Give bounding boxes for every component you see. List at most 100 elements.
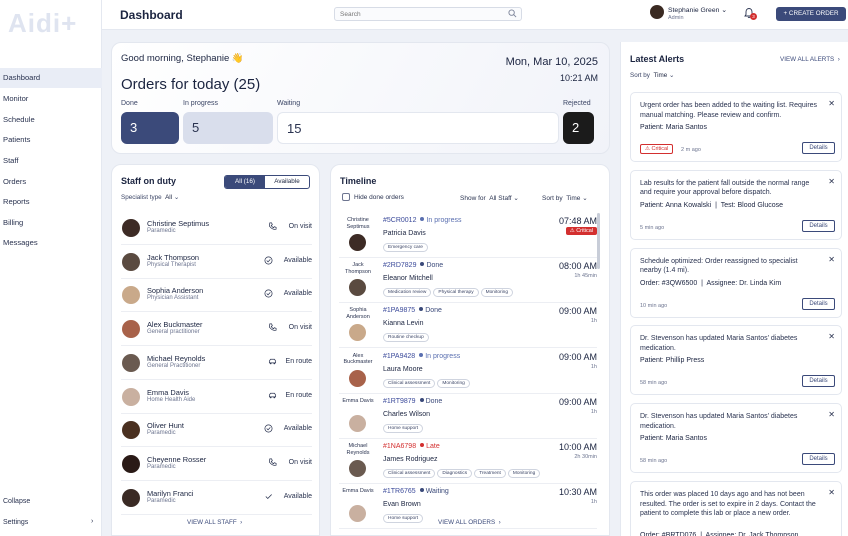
check-icon [264, 492, 273, 501]
staff-row[interactable]: Jack Thompson Physical Therapist Available [121, 245, 312, 279]
status-dot-icon [420, 443, 425, 447]
details-button[interactable]: Details [802, 453, 835, 466]
close-icon[interactable]: ✕ [828, 410, 835, 419]
close-icon[interactable]: ✕ [828, 488, 835, 497]
details-button[interactable]: Details [802, 297, 835, 310]
stat-rejected[interactable]: 2 [563, 112, 594, 144]
meta-value: Dr. Jack Thompson [738, 532, 799, 536]
avatar [349, 414, 366, 432]
order-id[interactable]: #1TR6765 [383, 488, 416, 495]
sidebar-item-orders[interactable]: Orders [0, 172, 102, 192]
order-id[interactable]: #1NA6798 [383, 443, 416, 450]
details-button[interactable]: Details [802, 375, 835, 388]
close-icon[interactable]: ✕ [828, 99, 835, 108]
view-all-alerts-link[interactable]: VIEW ALL ALERTS › [780, 56, 840, 63]
timeline-row[interactable]: Jack Thompson #2RD7829 Done Eleanor Mitchel… [339, 258, 597, 304]
sidebar-item-monitor[interactable]: Monitor [0, 89, 102, 109]
details-button[interactable]: Details [802, 219, 835, 232]
toggle-available-staff[interactable]: Available [265, 176, 309, 188]
close-icon[interactable]: ✕ [828, 255, 835, 264]
create-order-button[interactable]: + CREATE ORDER [776, 7, 846, 21]
timeline-row[interactable]: Alex Buckmaster #1PA9428 In progress Laura … [339, 349, 597, 394]
timeline-row[interactable]: Christine Septimus #5CR0012 In progress Pat… [339, 213, 597, 258]
alert-card: Schedule optimized: Order reassigned to … [630, 247, 842, 318]
staff-role: Paramedic [147, 430, 176, 437]
timeline-scrollbar[interactable] [597, 213, 600, 269]
order-id-line[interactable]: #1RT9879 Done [383, 397, 443, 405]
staff-row[interactable]: Alex Buckmaster General practitioner On vi… [121, 312, 312, 347]
status-badge: On visit [288, 324, 312, 332]
timeline-staff-name: Sophia Anderson [346, 307, 370, 320]
timeline-staff-name: Emma Davis [342, 488, 374, 495]
sidebar-item-patients[interactable]: Patients [0, 130, 102, 150]
order-id[interactable]: #2RD7829 [383, 262, 416, 269]
avatar[interactable] [650, 5, 664, 19]
status-badge: Available [283, 425, 312, 433]
order-id-line[interactable]: #1TR6765 Waiting [383, 488, 449, 495]
staff-row[interactable]: Marilyn Franci Paramedic Available [121, 481, 312, 515]
alerts-sort-value: Time [653, 72, 668, 79]
view-all-orders-label: VIEW ALL ORDERS [438, 519, 496, 526]
staff-role: General Practitioner [147, 362, 201, 369]
timeline-staff-name: Emma Davis [342, 397, 374, 404]
order-id-line[interactable]: #1NA6798 Late [383, 443, 440, 450]
alert-message: This order was placed 10 days ago and ha… [640, 491, 816, 517]
stat-in-progress[interactable]: 5 [183, 112, 273, 144]
status-dot-icon [419, 352, 424, 357]
details-button[interactable]: Details [802, 142, 835, 154]
stat-done[interactable]: 3 [121, 112, 179, 144]
current-time: 10:21 AM [559, 73, 598, 83]
order-id[interactable]: #1PA9875 [383, 307, 415, 314]
order-id[interactable]: #5CR0012 [383, 217, 416, 224]
staff-name: Marilyn Franci [147, 488, 194, 498]
timeline-row[interactable]: Emma Davis #1RT9879 Done Charles Wilson Home… [339, 394, 597, 439]
specialist-type-filter[interactable]: Specialist type All ⌄ [121, 194, 179, 201]
alert-message: Dr. Stevenson has updated Maria Santos' … [640, 335, 798, 352]
show-for-filter[interactable]: Show for All Staff ⌄ [460, 194, 519, 202]
order-id-line[interactable]: #2RD7829 Done [383, 262, 443, 269]
close-icon[interactable]: ✕ [828, 332, 835, 341]
toggle-all-staff[interactable]: All (16) [225, 176, 265, 188]
staff-row[interactable]: Christine Septimus Paramedic On visit [121, 211, 312, 245]
alert-meta: Patient: Anna Kowalski | Test: Blood Glu… [640, 201, 783, 209]
view-all-orders-link[interactable]: VIEW ALL ORDERS › [438, 519, 501, 526]
staff-row[interactable]: Sophia Anderson Physician Assistant Availa… [121, 278, 312, 313]
alerts-sort[interactable]: Sort by Time ⌄ [630, 72, 674, 79]
timeline-sort[interactable]: Sort by Time ⌄ [542, 194, 588, 202]
avatar [122, 387, 140, 406]
patient-name: James Rodriguez [383, 456, 438, 463]
sidebar-item-staff[interactable]: Staff [0, 151, 102, 171]
sidebar-item-reports[interactable]: Reports [0, 192, 102, 212]
avatar [349, 369, 366, 387]
stat-label-rejected: Rejected [563, 100, 591, 107]
order-id-line[interactable]: #1PA9428 In progress [383, 352, 460, 360]
order-id[interactable]: #1PA9428 [383, 353, 415, 360]
staff-row[interactable]: Oliver Hunt Paramedic Available [121, 413, 312, 448]
staff-row[interactable]: Cheyenne Rosser Paramedic On visit [121, 447, 312, 481]
timeline-row[interactable]: Sophia Anderson #1PA9875 Done Kianna Levin R… [339, 303, 597, 349]
view-all-staff-link[interactable]: VIEW ALL STAFF › [187, 519, 242, 526]
settings-button[interactable]: Settings [3, 519, 28, 526]
staff-row[interactable]: Emma Davis Home Health Aide En route [121, 380, 312, 414]
avatar [122, 421, 140, 440]
collapse-button[interactable]: Collapse [3, 498, 30, 505]
sidebar-item-schedule[interactable]: Schedule [0, 110, 102, 130]
sidebar-item-dashboard[interactable]: Dashboard [0, 68, 102, 88]
timeline-row[interactable]: Michael Reynolds #1NA6798 Late James Rodrig… [339, 439, 597, 484]
meta-label: Assignee: [706, 279, 738, 287]
search-input[interactable] [334, 7, 522, 21]
hide-done-checkbox[interactable] [342, 193, 350, 201]
sidebar-item-messages[interactable]: Messages [0, 233, 102, 253]
sidebar-item-billing[interactable]: Billing [0, 213, 102, 233]
staff-row[interactable]: Michael Reynolds General Practitioner En r… [121, 346, 312, 380]
close-icon[interactable]: ✕ [828, 177, 835, 186]
order-status: Done [425, 397, 443, 405]
stat-waiting[interactable]: 15 [277, 112, 559, 144]
order-id-line[interactable]: #5CR0012 In progress [383, 217, 462, 224]
critical-badge: ⚠ Critical [640, 144, 674, 154]
user-name[interactable]: Stephanie Green ⌄ [668, 6, 727, 14]
order-id-line[interactable]: #1PA9875 Done [383, 307, 442, 314]
order-time: 08:00 AM [558, 261, 597, 272]
search-icon[interactable] [508, 9, 517, 18]
order-id[interactable]: #1RT9879 [383, 398, 416, 405]
